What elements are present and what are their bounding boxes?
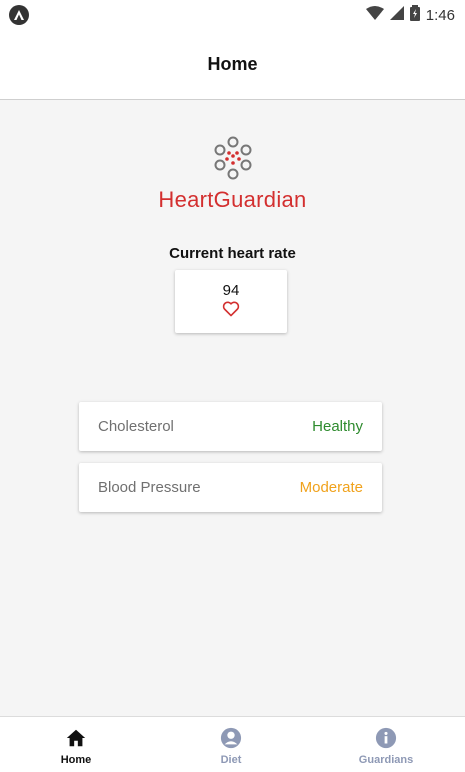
battery-icon (409, 5, 420, 25)
nav-item-guardians[interactable]: Guardians (336, 727, 436, 766)
wifi-icon (365, 6, 384, 24)
nav-label: Guardians (358, 754, 414, 766)
heart-rate-card: 94 (175, 270, 287, 333)
app-notification-icon (9, 5, 29, 25)
page-title: Home (207, 54, 258, 74)
logo-text: HeartGuardian (158, 187, 307, 212)
app-logo: HeartGuardian (0, 135, 465, 213)
nav-item-home[interactable]: Home (26, 727, 126, 766)
signal-icon (389, 6, 404, 24)
status-icons: 1:46 (365, 4, 455, 26)
nav-label: Home (60, 754, 92, 766)
stat-name: Blood Pressure (98, 479, 201, 496)
cholesterol-card[interactable]: Cholesterol Healthy (79, 402, 382, 451)
stat-name: Cholesterol (98, 418, 174, 435)
stat-status: Healthy (312, 418, 363, 435)
heart-icon (222, 301, 240, 322)
heart-guardian-logo-icon (214, 136, 251, 180)
info-icon (375, 727, 397, 752)
home-icon (65, 727, 87, 752)
person-icon (220, 727, 242, 752)
stat-status: Moderate (299, 479, 363, 496)
blood-pressure-card[interactable]: Blood Pressure Moderate (79, 463, 382, 512)
nav-item-diet[interactable]: Diet (181, 727, 281, 766)
status-time: 1:46 (425, 6, 455, 24)
status-bar: 1:46 (0, 0, 465, 30)
nav-label: Diet (220, 754, 242, 766)
heart-rate-label: Current heart rate (169, 245, 296, 262)
heart-rate-value: 94 (222, 281, 240, 299)
bottom-navigation: Home Diet Guardians (0, 716, 465, 772)
app-header: Home (0, 30, 465, 100)
